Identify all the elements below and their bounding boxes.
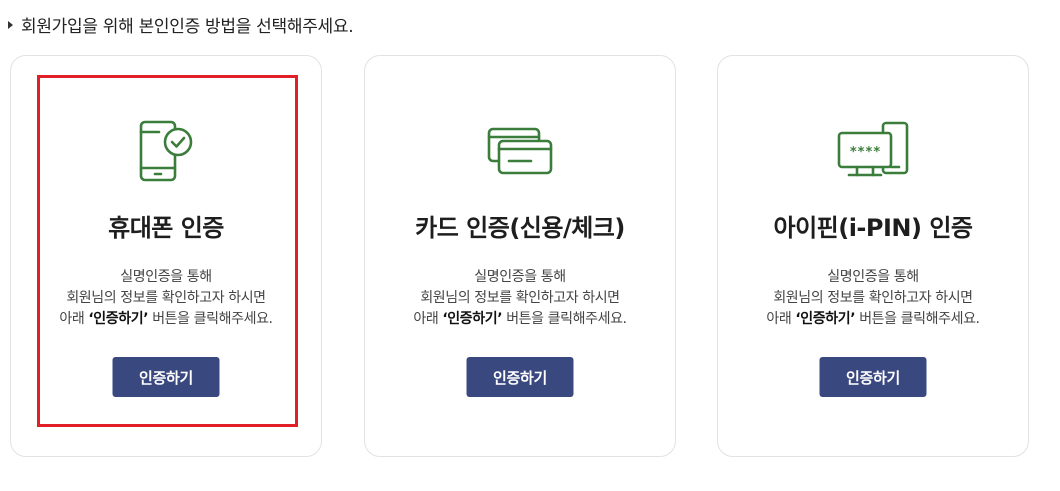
method-description: 실명인증을 통해 회원님의 정보를 확인하고자 하시면 아래 ‘인증하기’ 버튼… <box>766 269 980 327</box>
ipin-monitor-icon: **** <box>833 116 913 186</box>
credit-card-icon <box>480 116 560 186</box>
method-description: 실명인증을 통해 회원님의 정보를 확인하고자 하시면 아래 ‘인증하기’ 버튼… <box>413 269 627 327</box>
method-title: 휴대폰 인증 <box>108 214 224 242</box>
phone-check-icon <box>126 116 206 186</box>
intro-instruction: 회원가입을 위해 본인인증 방법을 선택해주세요. <box>8 12 354 37</box>
method-card-credit: 카드 인증(신용/체크) 실명인증을 통해 회원님의 정보를 확인하고자 하시면… <box>364 55 676 457</box>
intro-text: 회원가입을 위해 본인인증 방법을 선택해주세요. <box>21 17 354 37</box>
method-card-phone: 휴대폰 인증 실명인증을 통해 회원님의 정보를 확인하고자 하시면 아래 ‘인… <box>10 55 322 457</box>
method-description: 실명인증을 통해 회원님의 정보를 확인하고자 하시면 아래 ‘인증하기’ 버튼… <box>59 269 273 327</box>
verify-button-phone[interactable]: 인증하기 <box>112 357 220 397</box>
method-title: 카드 인증(신용/체크) <box>415 214 625 242</box>
method-title: 아이핀(i-PIN) 인증 <box>773 214 974 242</box>
verify-button-card[interactable]: 인증하기 <box>466 357 574 397</box>
verify-button-ipin[interactable]: 인증하기 <box>819 357 927 397</box>
bullet-triangle-icon <box>8 20 13 29</box>
svg-text:****: **** <box>849 145 880 160</box>
method-card-ipin: **** 아이핀(i-PIN) 인증 실명인증을 통해 회원님의 정보를 확인하… <box>717 55 1029 457</box>
